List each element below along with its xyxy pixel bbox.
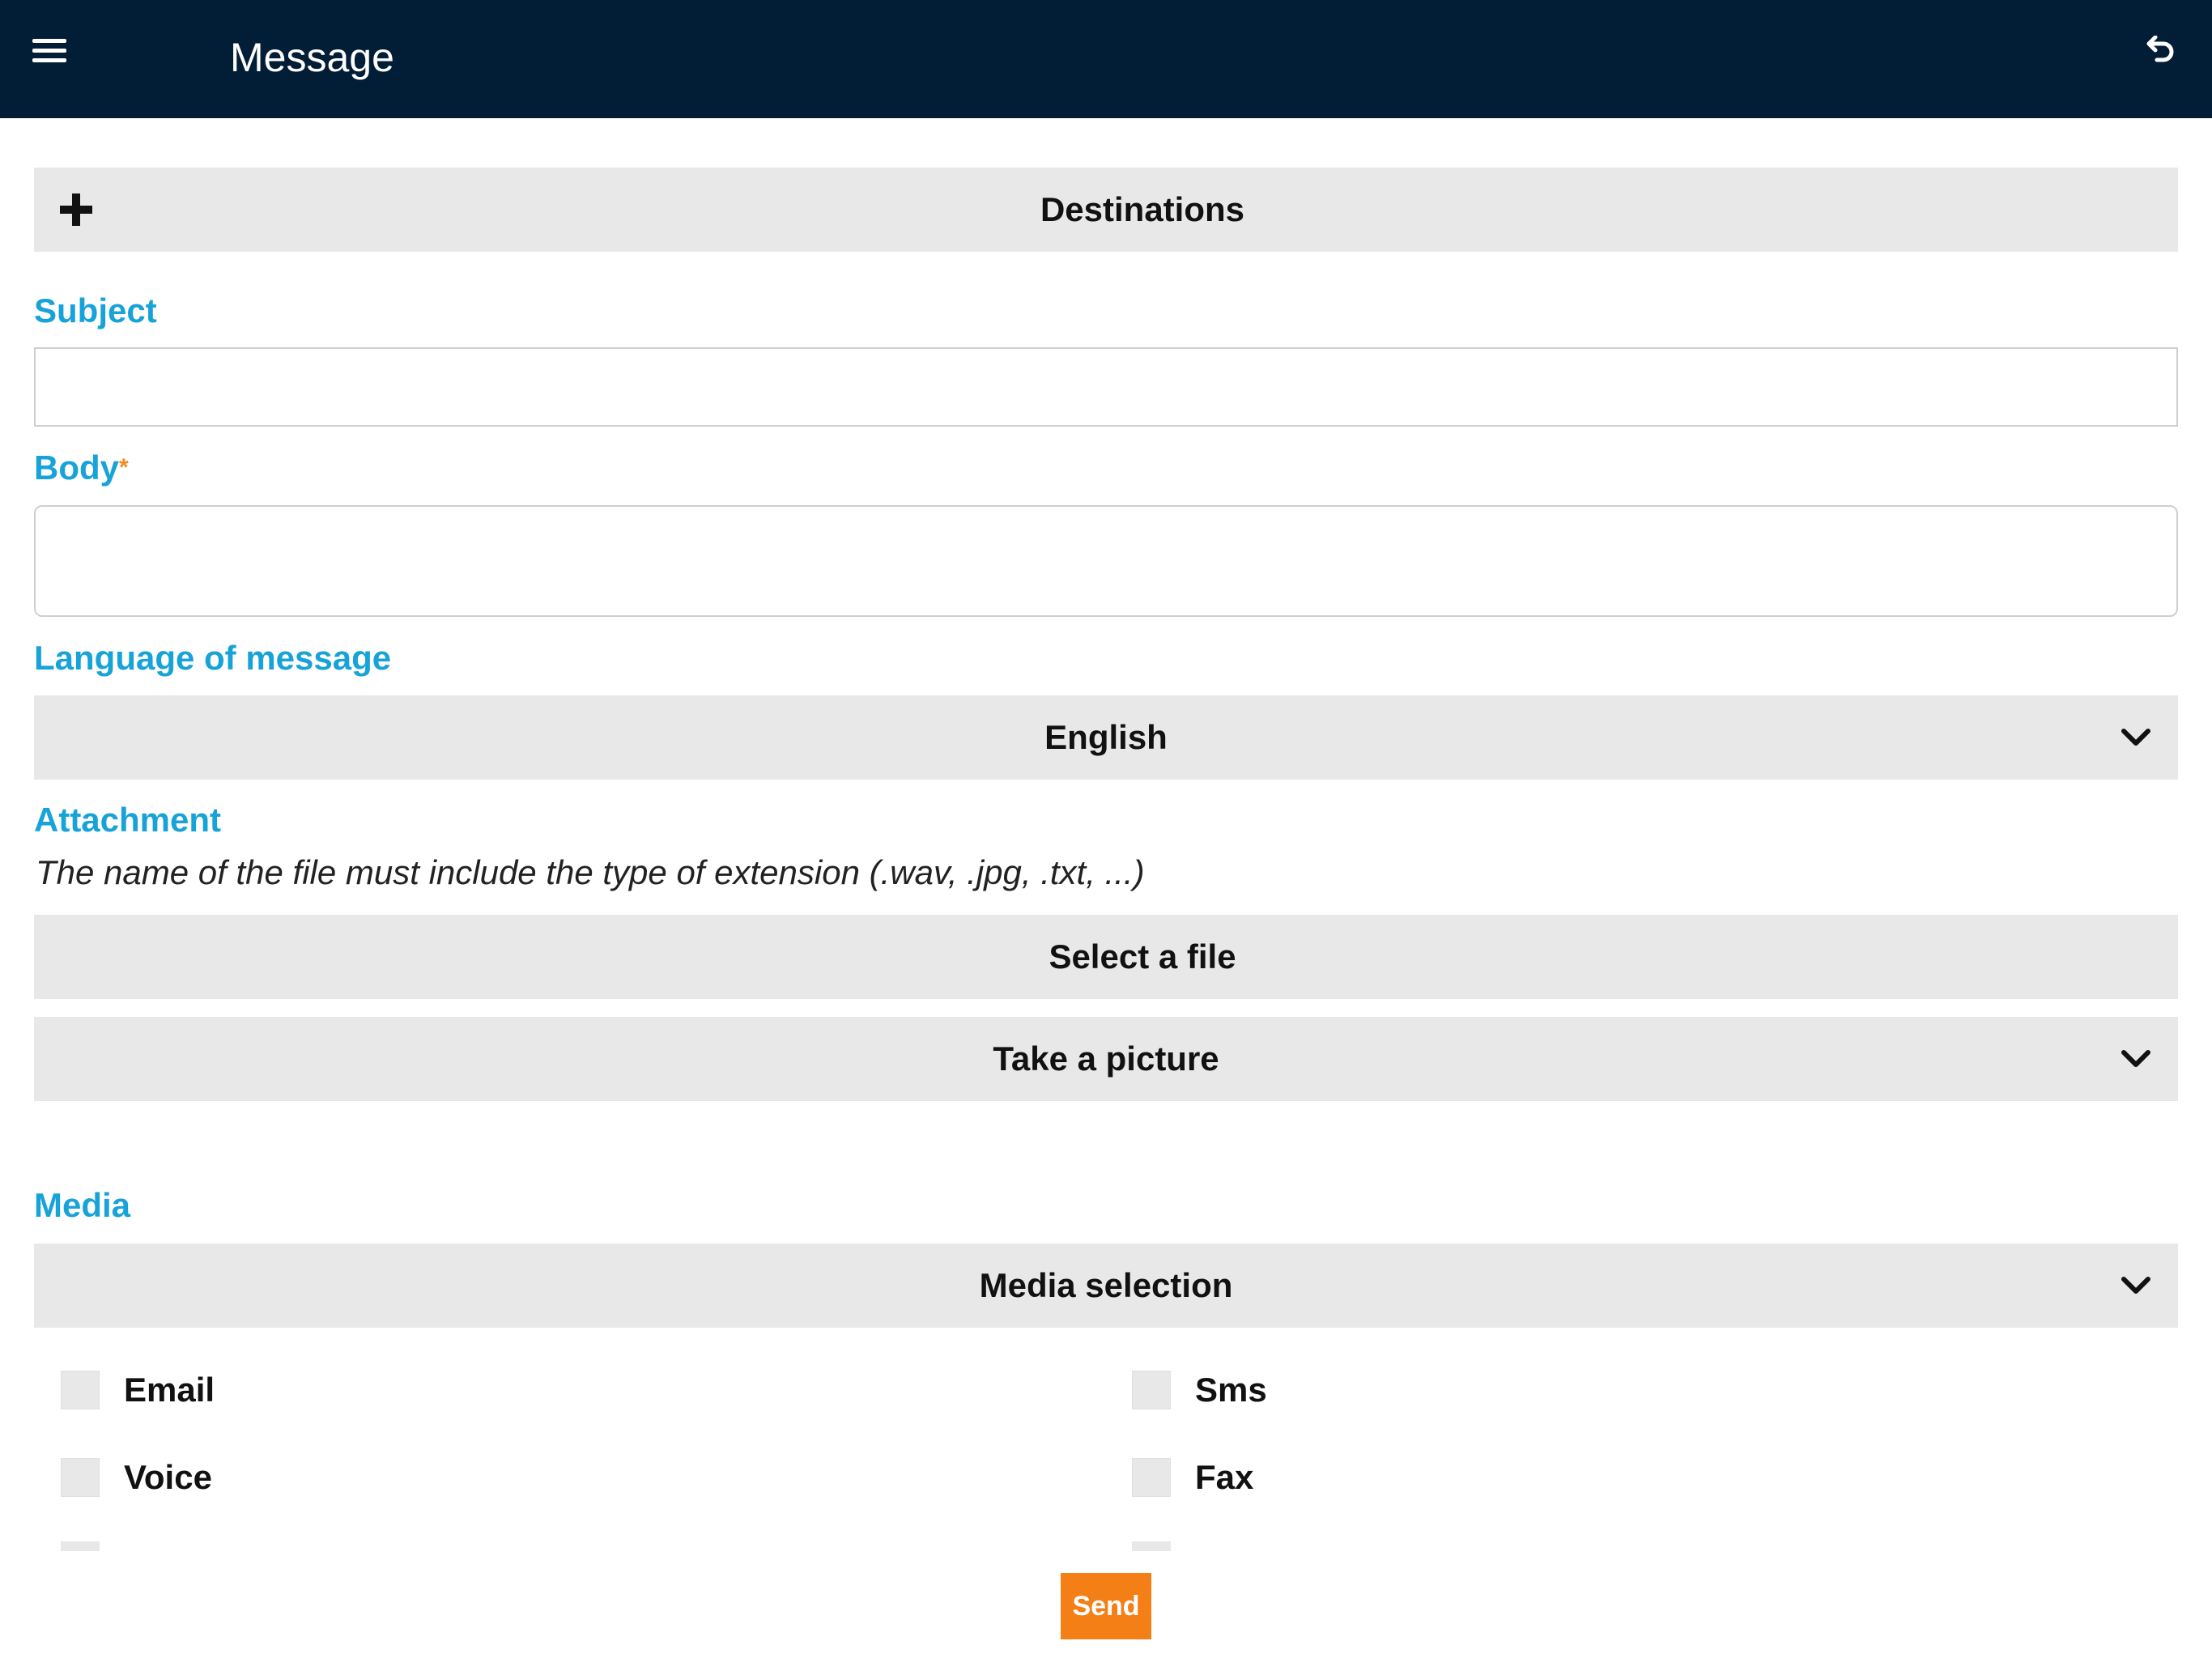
media-option-sms[interactable]: Sms: [1132, 1371, 1267, 1409]
language-label: Language of message: [34, 639, 392, 677]
media-option-voice[interactable]: Voice: [61, 1458, 212, 1497]
body-label-text: Body: [34, 449, 119, 487]
attachment-hint: The name of the file must include the ty…: [36, 853, 1145, 891]
chevron-down-icon: [2121, 729, 2150, 746]
undo-arrow-icon[interactable]: [2144, 36, 2176, 71]
email-checkbox[interactable]: [61, 1371, 100, 1409]
attachment-label: Attachment: [34, 801, 222, 839]
send-button[interactable]: Send: [1061, 1573, 1151, 1639]
clipped-checkbox: [61, 1541, 100, 1551]
select-file-label: Select a file: [1049, 937, 1236, 976]
page-title: Message: [230, 35, 394, 80]
body-label: Body*: [34, 447, 129, 489]
select-file-button[interactable]: Select a file: [34, 915, 2178, 999]
media-selection-select[interactable]: Media selection: [34, 1244, 2178, 1328]
media-selection-label: Media selection: [979, 1266, 1233, 1304]
voice-option-label: Voice: [124, 1458, 212, 1496]
sms-option-label: Sms: [1195, 1371, 1267, 1409]
sms-checkbox[interactable]: [1132, 1371, 1171, 1409]
media-label: Media: [34, 1186, 131, 1224]
take-picture-label: Take a picture: [993, 1039, 1219, 1078]
media-option-email[interactable]: Email: [61, 1371, 215, 1409]
language-selected-value: English: [1044, 718, 1168, 756]
fax-checkbox[interactable]: [1132, 1458, 1171, 1497]
clipped-checkbox-row: [0, 1541, 2212, 1551]
chevron-down-icon: [2121, 1050, 2150, 1067]
app-header: Message: [0, 0, 2212, 118]
media-option-fax[interactable]: Fax: [1132, 1458, 1253, 1497]
destinations-label: Destinations: [1040, 190, 1245, 228]
chevron-down-icon: [2121, 1277, 2150, 1294]
destinations-button[interactable]: Destinations: [34, 168, 2178, 252]
email-option-label: Email: [124, 1371, 215, 1409]
hamburger-menu-icon[interactable]: [32, 39, 66, 66]
fax-option-label: Fax: [1195, 1458, 1254, 1496]
language-select[interactable]: English: [34, 695, 2178, 780]
take-picture-select[interactable]: Take a picture: [34, 1017, 2178, 1101]
clipped-checkbox: [1132, 1541, 1171, 1551]
required-asterisk: *: [119, 454, 129, 481]
subject-label: Subject: [34, 291, 157, 329]
body-textarea[interactable]: [34, 505, 2178, 617]
subject-input[interactable]: [34, 347, 2178, 427]
voice-checkbox[interactable]: [61, 1458, 100, 1497]
